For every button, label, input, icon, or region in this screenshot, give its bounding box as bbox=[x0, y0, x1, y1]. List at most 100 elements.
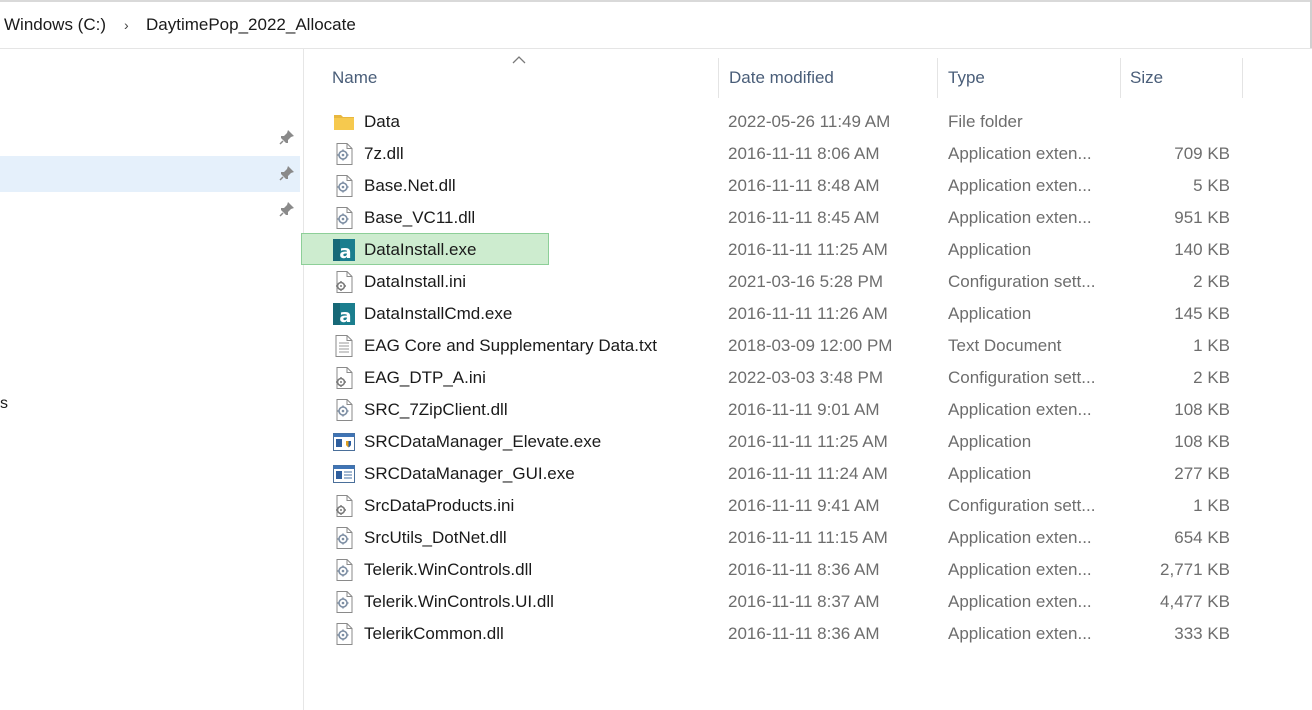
file-date-modified: 2016-11-11 8:45 AM bbox=[728, 208, 880, 227]
file-row[interactable]: 7z.dll 2016-11-11 8:06 AM Application exte… bbox=[330, 138, 1250, 170]
file-row[interactable]: SRCDataManager_Elevate.exe 2016-11-11 11:… bbox=[330, 426, 1250, 458]
file-size: 2,771 KB bbox=[1160, 560, 1230, 579]
column-header-type[interactable]: Type bbox=[948, 66, 985, 90]
quick-access-item-selected[interactable] bbox=[0, 156, 300, 192]
breadcrumb-folder[interactable]: DaytimePop_2022_Allocate bbox=[142, 13, 360, 37]
file-size: 1 KB bbox=[1193, 496, 1230, 515]
file-type: Application bbox=[948, 240, 1032, 259]
address-bar[interactable]: Windows (C:) › DaytimePop_2022_Allocate bbox=[0, 0, 1312, 49]
pin-icon[interactable] bbox=[278, 164, 296, 182]
app-a-icon: a bbox=[332, 302, 356, 327]
file-name: Telerik.WinControls.UI.dll bbox=[364, 592, 554, 611]
file-type: Application bbox=[948, 432, 1032, 451]
file-type: Application exten... bbox=[948, 624, 1092, 643]
file-size: 145 KB bbox=[1174, 304, 1230, 323]
file-row[interactable]: SRCDataManager_GUI.exe 2016-11-11 11:24 A… bbox=[330, 458, 1250, 490]
file-row[interactable]: SrcDataProducts.ini 2016-11-11 9:41 AM Con… bbox=[330, 490, 1250, 522]
file-name: SRCDataManager_GUI.exe bbox=[364, 464, 575, 483]
file-size: 951 KB bbox=[1174, 208, 1230, 227]
file-name: TelerikCommon.dll bbox=[364, 624, 504, 643]
dll-icon bbox=[332, 398, 356, 422]
file-name: Base_VC11.dll bbox=[364, 208, 476, 227]
breadcrumb-drive[interactable]: Windows (C:) bbox=[0, 13, 110, 37]
chevron-right-icon[interactable]: › bbox=[124, 13, 129, 37]
file-row[interactable]: Base_VC11.dll 2016-11-11 8:45 AM Applicati… bbox=[330, 202, 1250, 234]
file-size: 333 KB bbox=[1174, 624, 1230, 643]
dll-icon bbox=[332, 174, 356, 198]
file-date-modified: 2016-11-11 11:25 AM bbox=[728, 432, 888, 451]
quick-access-item[interactable] bbox=[0, 192, 300, 228]
dll-icon bbox=[332, 206, 356, 230]
file-size: 4,477 KB bbox=[1160, 592, 1230, 611]
file-size: 108 KB bbox=[1174, 432, 1230, 451]
file-type: Application bbox=[948, 464, 1032, 483]
column-divider[interactable] bbox=[718, 58, 719, 98]
column-header-size[interactable]: Size bbox=[1130, 66, 1163, 90]
file-type: File folder bbox=[948, 112, 1023, 131]
exe-shield-icon bbox=[332, 430, 356, 454]
file-type: Application exten... bbox=[948, 560, 1092, 579]
file-date-modified: 2016-11-11 9:41 AM bbox=[728, 496, 880, 515]
file-size: 140 KB bbox=[1174, 240, 1230, 259]
file-date-modified: 2022-05-26 11:49 AM bbox=[728, 112, 891, 131]
file-name: DataInstall.exe bbox=[364, 240, 477, 259]
file-type: Configuration sett... bbox=[948, 368, 1096, 387]
file-date-modified: 2016-11-11 8:06 AM bbox=[728, 144, 880, 163]
file-type: Text Document bbox=[948, 336, 1062, 355]
file-type: Application exten... bbox=[948, 592, 1092, 611]
file-date-modified: 2022-03-03 3:48 PM bbox=[728, 368, 883, 387]
ini-icon bbox=[332, 366, 356, 390]
file-name: SRC_7ZipClient.dll bbox=[364, 400, 508, 419]
column-divider[interactable] bbox=[937, 58, 938, 98]
dll-icon bbox=[332, 558, 356, 582]
column-divider[interactable] bbox=[1242, 58, 1243, 98]
pin-icon[interactable] bbox=[278, 200, 296, 218]
file-row[interactable]: SRC_7ZipClient.dll 2016-11-11 9:01 AM Appl… bbox=[330, 394, 1250, 426]
svg-text:a: a bbox=[339, 242, 351, 262]
file-name: DataInstall.ini bbox=[364, 272, 467, 291]
file-row[interactable]: Base.Net.dll 2016-11-11 8:48 AM Applicatio… bbox=[330, 170, 1250, 202]
ini-icon bbox=[332, 494, 356, 518]
file-row[interactable]: Telerik.WinControls.dll 2016-11-11 8:36 A… bbox=[330, 554, 1250, 586]
file-size: 1 KB bbox=[1193, 336, 1230, 355]
file-date-modified: 2016-11-11 11:25 AM bbox=[728, 240, 888, 259]
file-row[interactable]: TelerikCommon.dll 2016-11-11 8:36 AM Appli… bbox=[330, 618, 1250, 650]
file-size: 654 KB bbox=[1174, 528, 1230, 547]
quick-access-item[interactable] bbox=[0, 120, 300, 156]
file-row[interactable]: EAG Core and Supplementary Data.txt 2018-… bbox=[330, 330, 1250, 362]
file-name: Base.Net.dll bbox=[364, 176, 456, 195]
nav-item-label-truncated[interactable]: s bbox=[0, 395, 8, 413]
column-header-name[interactable]: Name bbox=[332, 66, 377, 90]
column-divider[interactable] bbox=[1120, 58, 1121, 98]
folder-icon bbox=[332, 110, 356, 134]
file-date-modified: 2016-11-11 8:36 AM bbox=[728, 560, 880, 579]
file-name: Telerik.WinControls.dll bbox=[364, 560, 533, 579]
dll-icon bbox=[332, 590, 356, 614]
txt-icon bbox=[332, 334, 356, 358]
file-size: 5 KB bbox=[1193, 176, 1230, 195]
file-date-modified: 2018-03-09 12:00 PM bbox=[728, 336, 893, 355]
navigation-pane[interactable]: s bbox=[0, 48, 304, 710]
file-name: SrcDataProducts.ini bbox=[364, 496, 515, 515]
file-name: 7z.dll bbox=[364, 144, 404, 163]
file-row[interactable]: DataInstall.ini 2021-03-16 5:28 PM Configu… bbox=[330, 266, 1250, 298]
file-type: Application exten... bbox=[948, 144, 1092, 163]
file-type: Application exten... bbox=[948, 208, 1092, 227]
file-name: EAG_DTP_A.ini bbox=[364, 368, 486, 387]
column-header-row: Name Date modified Type Size bbox=[318, 56, 1248, 100]
file-row[interactable]: Data 2022-05-26 11:49 AM File folder bbox=[330, 106, 1250, 138]
file-row[interactable]: a DataInstallCmd.exe 2016-11-11 11:26 AM Ap… bbox=[330, 298, 1250, 330]
file-name: SrcUtils_DotNet.dll bbox=[364, 528, 507, 547]
file-type: Configuration sett... bbox=[948, 496, 1096, 515]
file-name: SRCDataManager_Elevate.exe bbox=[364, 432, 602, 451]
file-type: Application exten... bbox=[948, 176, 1092, 195]
file-date-modified: 2016-11-11 11:15 AM bbox=[728, 528, 888, 547]
pin-icon[interactable] bbox=[278, 128, 296, 146]
file-row[interactable]: a DataInstall.exe 2016-11-11 11:25 AM Appli… bbox=[330, 234, 1250, 266]
column-header-date[interactable]: Date modified bbox=[729, 66, 834, 90]
file-row[interactable]: SrcUtils_DotNet.dll 2016-11-11 11:15 AM Ap… bbox=[330, 522, 1250, 554]
file-row[interactable]: Telerik.WinControls.UI.dll 2016-11-11 8:3… bbox=[330, 586, 1250, 618]
file-size: 709 KB bbox=[1174, 144, 1230, 163]
file-date-modified: 2016-11-11 11:24 AM bbox=[728, 464, 888, 483]
file-row[interactable]: EAG_DTP_A.ini 2022-03-03 3:48 PM Configura… bbox=[330, 362, 1250, 394]
